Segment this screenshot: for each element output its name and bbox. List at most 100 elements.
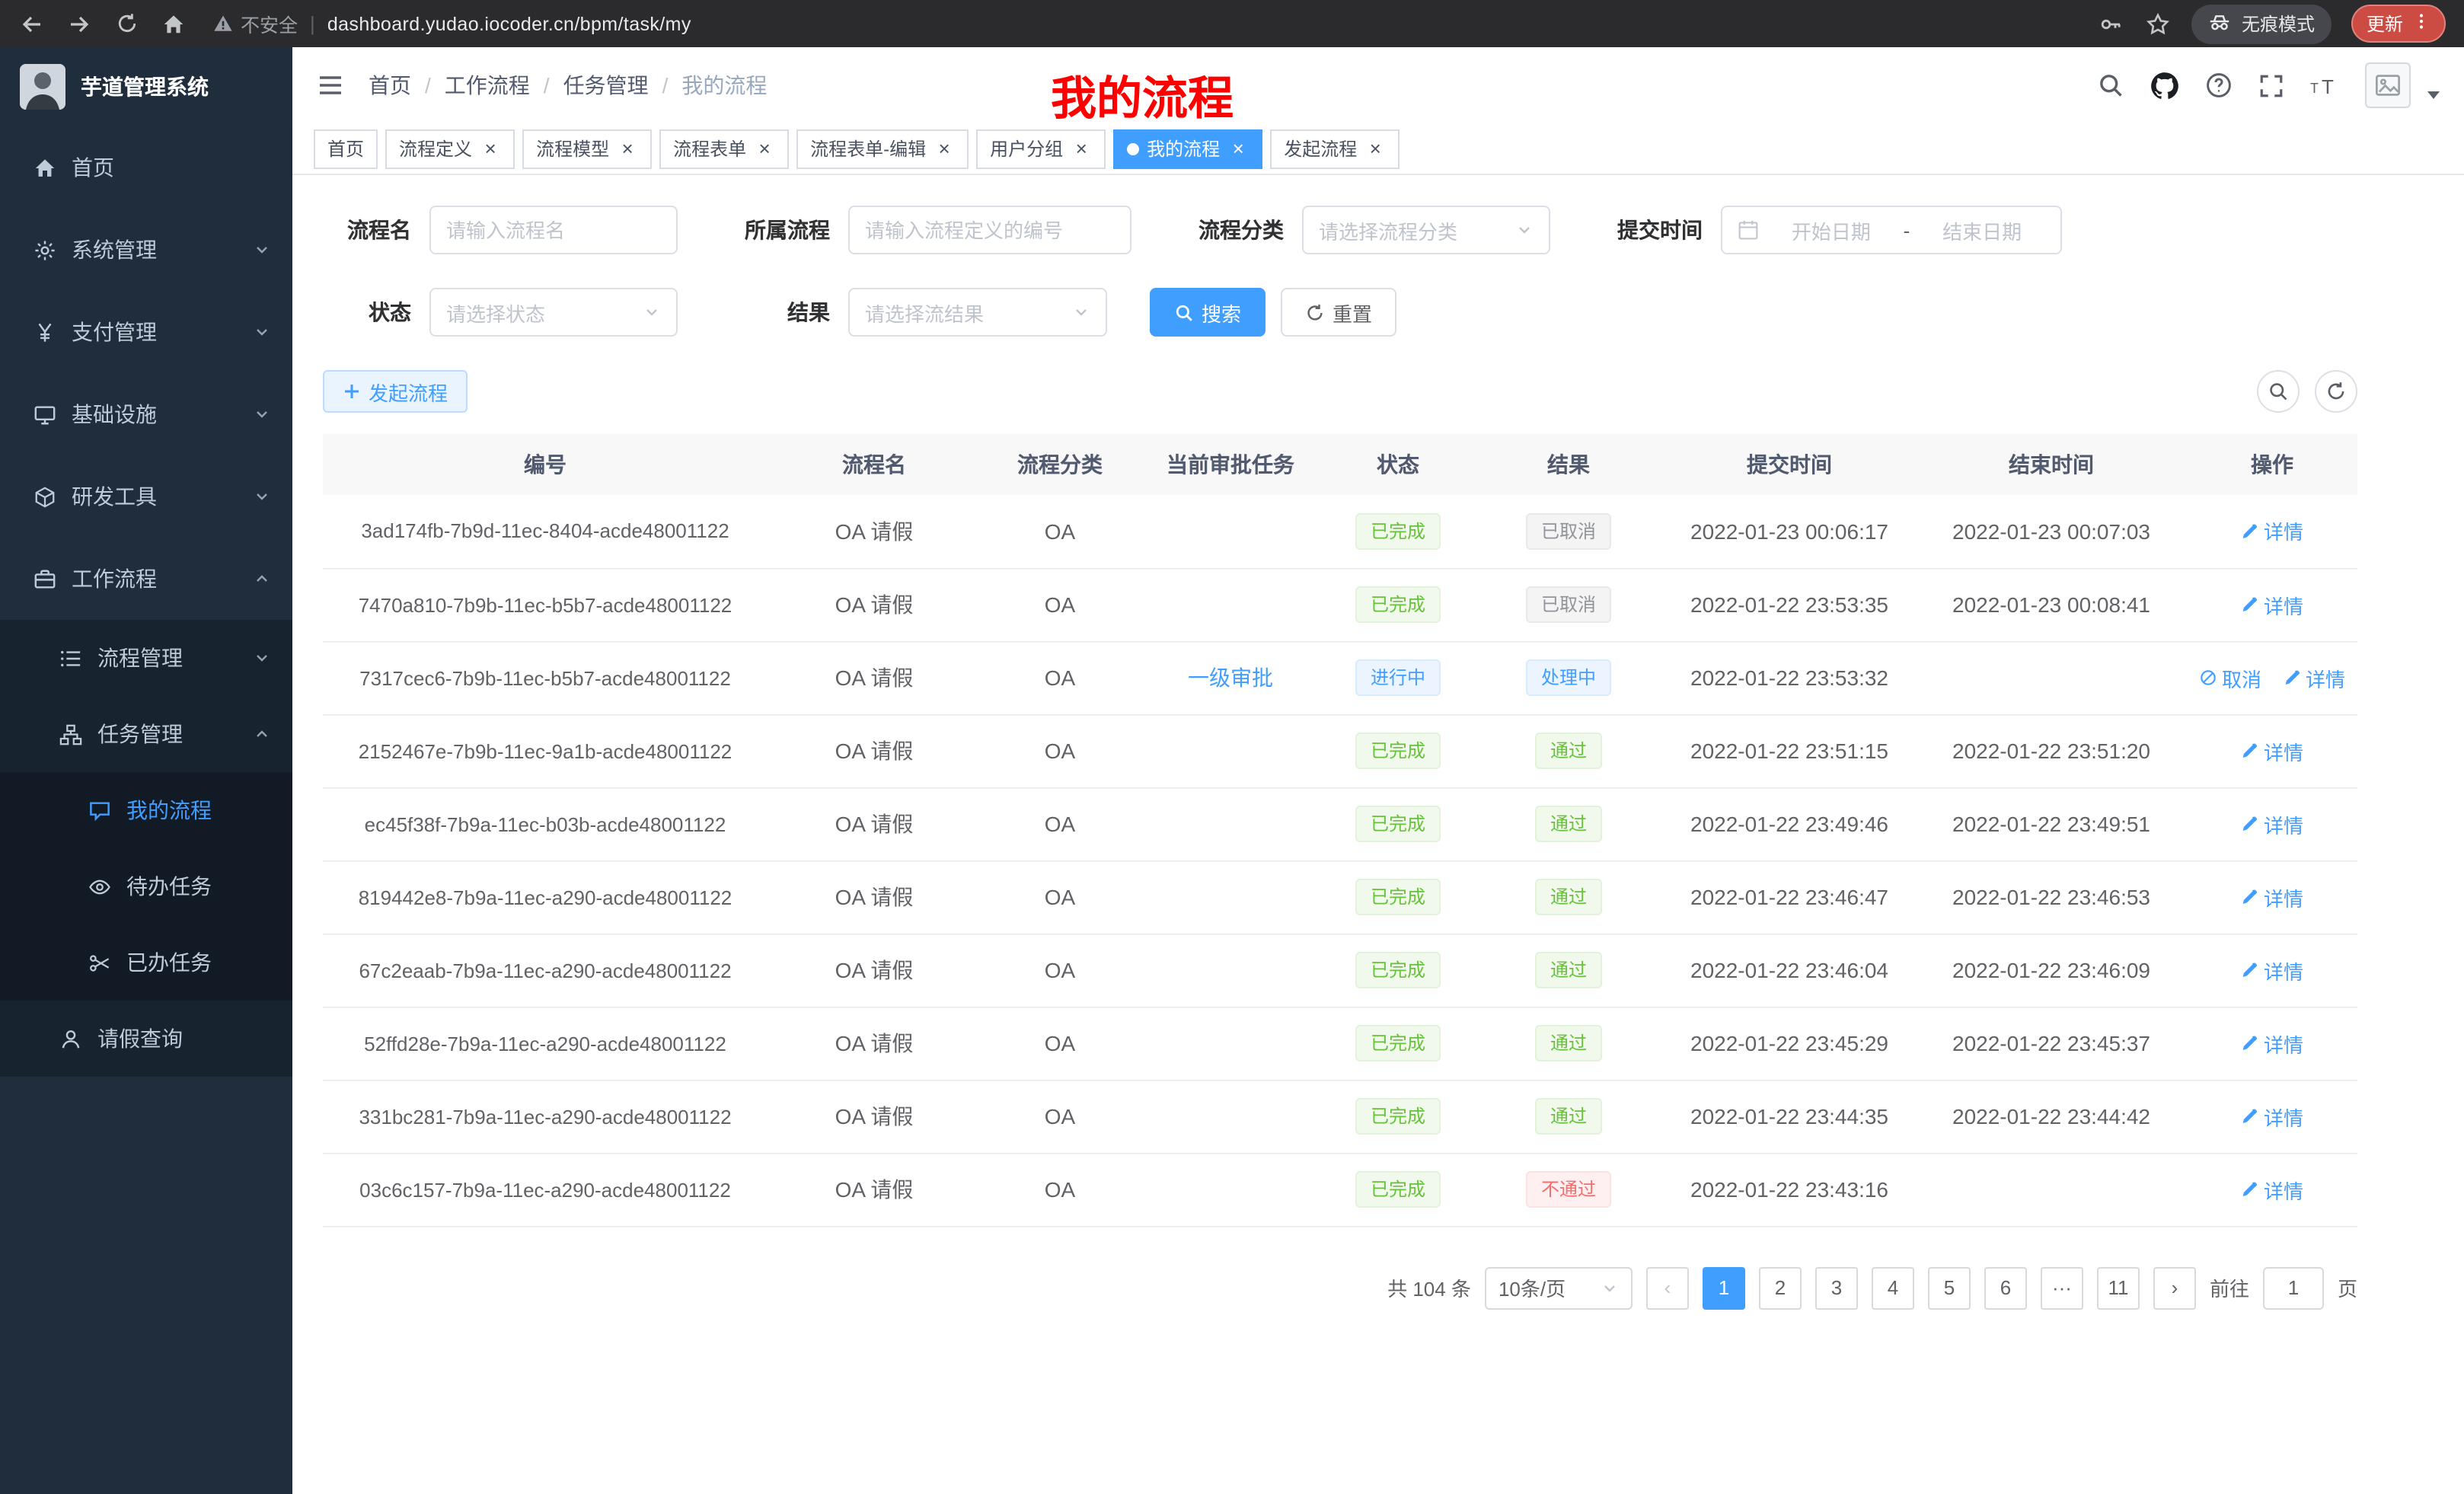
cell-category: OA (981, 568, 1139, 641)
cell-result: 通过 (1474, 714, 1663, 787)
search-button[interactable]: 搜索 (1150, 288, 1266, 337)
cell-current-task (1139, 714, 1322, 787)
github-icon[interactable] (2150, 71, 2179, 100)
cell-current-task (1139, 1153, 1322, 1226)
tab-3[interactable]: 流程表单× (659, 129, 789, 168)
hamburger-icon[interactable] (317, 72, 344, 99)
detail-link[interactable]: 详情 (2241, 883, 2303, 911)
refresh-table-button[interactable] (2315, 370, 2357, 413)
result-badge: 已取消 (1526, 586, 1611, 623)
detail-link[interactable]: 详情 (2241, 1175, 2303, 1204)
jump-page-input[interactable] (2263, 1266, 2324, 1309)
page-button-5[interactable]: 5 (1928, 1266, 1971, 1309)
url-text: dashboard.yudao.iocoder.cn/bpm/task/my (327, 13, 691, 34)
page-ellipsis[interactable]: ··· (2041, 1266, 2083, 1309)
sidebar-item-5[interactable]: 工作流程 (0, 538, 292, 620)
address-bar[interactable]: 不安全 | dashboard.yudao.iocoder.cn/bpm/tas… (213, 9, 2077, 38)
tab-4[interactable]: 流程表单-编辑× (796, 129, 969, 168)
detail-link[interactable]: 详情 (2241, 1029, 2303, 1058)
page-button-11[interactable]: 11 (2097, 1266, 2140, 1309)
sidebar-item-2[interactable]: 支付管理 (0, 291, 292, 373)
detail-link[interactable]: 详情 (2241, 517, 2303, 546)
sidebar-item-6[interactable]: 流程管理 (0, 620, 292, 696)
reload-icon[interactable] (113, 10, 140, 37)
breadcrumb-item-home[interactable]: 首页 (369, 70, 411, 101)
breadcrumb-item-workflow[interactable]: 工作流程 (445, 70, 530, 101)
result-select[interactable]: 请选择流结果 (848, 288, 1107, 337)
detail-link[interactable]: 详情 (2241, 956, 2303, 985)
cell-result: 通过 (1474, 1007, 1663, 1080)
sidebar-item-3[interactable]: 基础设施 (0, 373, 292, 455)
close-icon[interactable]: × (617, 138, 638, 159)
sidebar-item-11[interactable]: 请假查询 (0, 1001, 292, 1077)
sidebar-item-10[interactable]: 已办任务 (0, 924, 292, 1001)
fullscreen-icon[interactable] (2258, 72, 2284, 98)
page-button-2[interactable]: 2 (1759, 1266, 1802, 1309)
forward-icon[interactable] (65, 10, 93, 37)
star-icon[interactable] (2144, 10, 2172, 37)
cell-status: 已完成 (1322, 495, 1474, 568)
cell-process-id: 52ffd28e-7b9a-11ec-a290-acde48001122 (323, 1007, 768, 1080)
page-button-4[interactable]: 4 (1872, 1266, 1914, 1309)
search-icon[interactable] (2097, 72, 2124, 99)
eye-icon (87, 875, 111, 898)
back-icon[interactable] (18, 10, 46, 37)
column-header-7: 结束时间 (1916, 434, 2187, 495)
toggle-search-button[interactable] (2257, 370, 2300, 413)
close-icon[interactable]: × (1364, 138, 1386, 159)
chevron-down-icon (643, 303, 661, 321)
app-logo[interactable]: 芋道管理系统 (0, 47, 292, 126)
detail-link[interactable]: 详情 (2241, 809, 2303, 838)
current-task-link[interactable]: 一级审批 (1188, 666, 1273, 690)
tab-7[interactable]: 发起流程× (1270, 129, 1400, 168)
tab-1[interactable]: 流程定义× (385, 129, 515, 168)
table-header-row: 编号流程名流程分类当前审批任务状态结果提交时间结束时间操作 (323, 434, 2357, 495)
toolbar-row: 发起流程 (323, 370, 2357, 413)
reset-button[interactable]: 重置 (1281, 288, 1396, 337)
sidebar-item-label: 支付管理 (72, 317, 157, 347)
detail-link[interactable]: 详情 (2241, 736, 2303, 765)
chevron-down-icon[interactable] (2427, 91, 2440, 98)
breadcrumb-item-task[interactable]: 任务管理 (563, 70, 649, 101)
sidebar-item-8[interactable]: 我的流程 (0, 772, 292, 848)
create-process-button[interactable]: 发起流程 (323, 370, 468, 413)
detail-link[interactable]: 详情 (2283, 663, 2345, 692)
tab-2[interactable]: 流程模型× (522, 129, 652, 168)
tab-5[interactable]: 用户分组× (976, 129, 1106, 168)
sidebar-item-0[interactable]: 首页 (0, 126, 292, 209)
process-definition-input[interactable] (848, 206, 1131, 254)
page-button-3[interactable]: 3 (1815, 1266, 1858, 1309)
status-select[interactable]: 请选择状态 (429, 288, 678, 337)
detail-link[interactable]: 详情 (2241, 1102, 2303, 1131)
cancel-link[interactable]: 取消 (2199, 663, 2261, 692)
update-button[interactable]: 更新 (2351, 5, 2446, 43)
category-select[interactable]: 请选择流程分类 (1302, 206, 1550, 254)
close-icon[interactable]: × (480, 138, 501, 159)
submit-time-range-picker[interactable]: 开始日期 - 结束日期 (1721, 206, 2062, 254)
cell-end-time: 2022-01-22 23:46:09 (1916, 934, 2187, 1007)
page-button-6[interactable]: 6 (1984, 1266, 2027, 1309)
table-tools (2257, 370, 2357, 413)
prev-page-button[interactable]: ‹ (1646, 1266, 1689, 1309)
close-icon[interactable]: × (1227, 138, 1249, 159)
avatar[interactable] (2365, 62, 2411, 108)
close-icon[interactable]: × (1071, 138, 1092, 159)
key-icon[interactable] (2097, 10, 2124, 37)
home-icon[interactable] (160, 10, 187, 37)
sidebar-item-7[interactable]: 任务管理 (0, 696, 292, 772)
next-page-button[interactable]: › (2153, 1266, 2196, 1309)
sidebar-item-4[interactable]: 研发工具 (0, 455, 292, 538)
detail-link[interactable]: 详情 (2241, 590, 2303, 619)
page-size-select[interactable]: 10条/页 (1485, 1266, 1633, 1309)
close-icon[interactable]: × (934, 138, 955, 159)
sidebar-item-9[interactable]: 待办任务 (0, 848, 292, 924)
sidebar-item-1[interactable]: 系统管理 (0, 209, 292, 291)
help-icon[interactable] (2205, 72, 2233, 99)
process-name-input[interactable] (429, 206, 678, 254)
pagination: 共 104 条 10条/页 ‹ 123456···11 › 前往 页 (323, 1266, 2357, 1309)
font-size-icon[interactable]: TT (2310, 72, 2339, 98)
close-icon[interactable]: × (754, 138, 775, 159)
tab-0[interactable]: 首页 (314, 129, 378, 168)
page-button-1[interactable]: 1 (1703, 1266, 1745, 1309)
tab-6[interactable]: 我的流程× (1113, 129, 1262, 168)
